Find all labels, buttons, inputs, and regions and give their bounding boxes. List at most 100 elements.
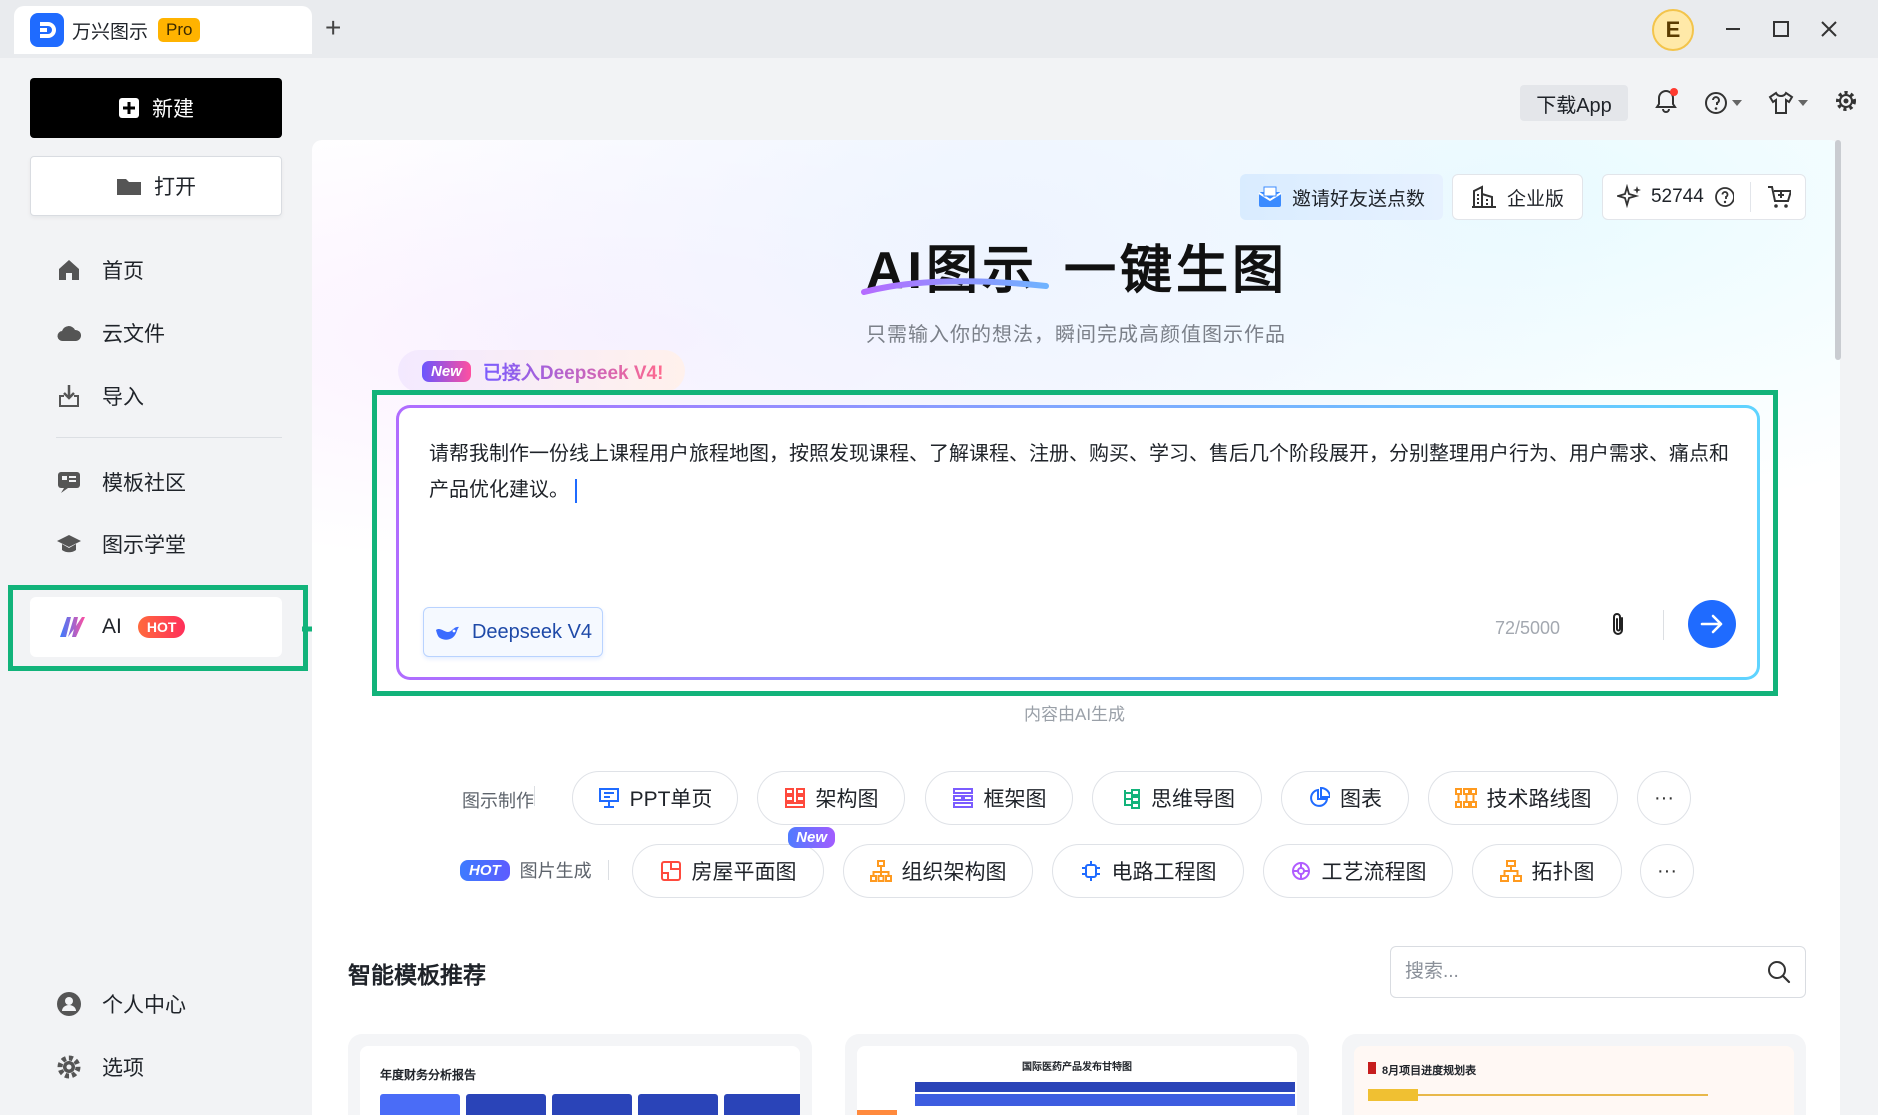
chip-architecture[interactable]: 架构图 — [757, 771, 905, 825]
skin-menu-button[interactable] — [1768, 91, 1808, 115]
new-tab-button[interactable]: + — [325, 14, 341, 42]
notification-button[interactable] — [1654, 87, 1678, 119]
points-help-icon[interactable] — [1714, 186, 1735, 208]
new-button[interactable]: 新建 — [30, 78, 282, 138]
input-divider — [1663, 610, 1664, 640]
sidebar-divider — [56, 437, 282, 438]
points-widget: 52744 — [1602, 174, 1806, 220]
chip-label: PPT单页 — [629, 788, 713, 811]
chip-topology[interactable]: 拓扑图 — [1472, 844, 1622, 898]
help-icon — [1705, 92, 1727, 114]
scrollbar[interactable] — [1835, 140, 1841, 360]
template-thumb-line — [1368, 1094, 1708, 1096]
chip-label: 架构图 — [815, 788, 879, 811]
close-button[interactable] — [1814, 14, 1844, 44]
char-counter: 72/5000 — [1495, 618, 1561, 638]
graduation-cap-icon — [57, 535, 81, 553]
image-row-label: 图片生成 — [519, 861, 592, 881]
chip-label: 技术路线图 — [1486, 788, 1592, 811]
chip-circuit[interactable]: 电路工程图 — [1052, 844, 1244, 898]
search-icon[interactable] — [1767, 960, 1791, 984]
text-caret — [575, 478, 577, 503]
template-card[interactable]: 8月项目进度规划表 — [1342, 1034, 1806, 1115]
chip-floor-plan[interactable]: 房屋平面图 New — [632, 827, 835, 898]
chip-label: 拓扑图 — [1531, 861, 1595, 884]
points-divider — [1750, 182, 1752, 212]
user-icon — [57, 992, 81, 1016]
chip-org-chart[interactable]: 组织架构图 — [843, 844, 1033, 898]
sidebar-item-template-community[interactable]: 模板社区 — [56, 462, 186, 502]
sidebar-item-label: 导入 — [102, 386, 144, 409]
new-badge: New — [422, 360, 471, 382]
chip-chart[interactable]: 图表 — [1281, 771, 1409, 825]
prompt-text[interactable]: 请帮我制作一份线上课程用户旅程地图，按照发现课程、了解课程、注册、购买、学习、售… — [429, 436, 1729, 508]
top-toolbar: 下载App — [1520, 83, 1858, 123]
template-thumb-bar — [1368, 1089, 1418, 1101]
chip-tech-roadmap[interactable]: 技术路线图 — [1428, 771, 1618, 825]
avatar[interactable]: E — [1652, 9, 1694, 51]
template-card[interactable]: 国际医药产品发布甘特图 — [845, 1034, 1309, 1115]
template-card-title: 国际医药产品发布甘特图 — [1022, 1062, 1132, 1073]
arrow-right-icon — [1700, 614, 1723, 634]
attachment-icon[interactable] — [1609, 611, 1629, 639]
process-flow-icon — [1291, 862, 1310, 880]
org-chart-icon — [869, 860, 892, 882]
brush-underline-decoration — [861, 278, 1049, 295]
prompt-input[interactable]: 请帮我制作一份线上课程用户旅程地图，按照发现课程、了解课程、注册、购买、学习、售… — [396, 405, 1760, 680]
row-divider — [608, 860, 609, 880]
cloud-icon — [57, 326, 82, 342]
chip-label: 房屋平面图 — [691, 861, 797, 884]
roadmap-icon — [1454, 788, 1477, 808]
enterprise-button[interactable]: 企业版 — [1452, 174, 1584, 220]
sidebar-item-label: 个人中心 — [102, 994, 186, 1017]
sidebar-item-options[interactable]: 选项 — [56, 1047, 144, 1087]
more-images-button[interactable]: ··· — [1640, 844, 1694, 898]
open-button[interactable]: 打开 — [30, 156, 282, 216]
template-thumb-block — [380, 1094, 460, 1115]
sidebar-item-personal-center[interactable]: 个人中心 — [56, 984, 186, 1024]
hero-title-rest: 一键生图 — [1064, 242, 1289, 300]
download-app-button[interactable]: 下载App — [1520, 85, 1628, 121]
sidebar-item-label: 模板社区 — [102, 472, 186, 495]
hero-subtitle: 只需输入你的想法，瞬间完成高颜值图示作品 — [866, 324, 1286, 346]
model-select-button[interactable]: Deepseek V4 — [423, 607, 603, 657]
template-thumbnail: 国际医药产品发布甘特图 — [857, 1046, 1297, 1115]
floor-plan-icon — [660, 861, 681, 881]
template-card-title: 8月项目进度规划表 — [1382, 1065, 1477, 1077]
search-input[interactable] — [1405, 961, 1745, 983]
chip-process-flow[interactable]: 工艺流程图 — [1263, 844, 1453, 898]
template-thumb-block — [466, 1094, 546, 1115]
sidebar-item-import[interactable]: 导入 — [56, 376, 144, 416]
template-card[interactable]: 年度财务分析报告 — [348, 1034, 812, 1115]
chip-framework[interactable]: 框架图 — [925, 771, 1073, 825]
invite-friends-button[interactable]: 邀请好友送点数 — [1240, 174, 1444, 220]
more-diagrams-button[interactable]: ··· — [1637, 771, 1691, 825]
sidebar-item-home[interactable]: 首页 — [56, 250, 144, 290]
send-button[interactable] — [1688, 600, 1736, 648]
envelope-icon — [1258, 186, 1282, 207]
row-divider — [534, 786, 535, 806]
app-tab[interactable]: 万兴图示 Pro — [14, 6, 312, 54]
cart-icon[interactable] — [1767, 185, 1791, 209]
sidebar-item-cloud[interactable]: 云文件 — [56, 313, 165, 353]
template-thumb-bar — [915, 1082, 1295, 1092]
sidebar-item-ai[interactable]: AI HOT — [30, 597, 282, 657]
minimize-button[interactable] — [1718, 14, 1748, 44]
presentation-icon — [598, 788, 619, 808]
chip-label: 电路工程图 — [1111, 861, 1217, 884]
settings-button[interactable] — [1834, 89, 1858, 118]
hot-badge: HOT — [137, 616, 186, 638]
template-thumb-bar — [915, 1094, 1295, 1106]
topology-icon — [1499, 860, 1522, 882]
model-label: Deepseek V4 — [471, 620, 593, 643]
chip-ppt[interactable]: PPT单页 — [572, 771, 738, 825]
template-search-box[interactable] — [1390, 946, 1806, 998]
maximize-button[interactable] — [1766, 14, 1796, 44]
help-menu-button[interactable] — [1704, 91, 1742, 115]
home-icon — [59, 260, 79, 280]
pie-chart-icon — [1310, 787, 1330, 807]
deepseek-announcement-text: 已接入Deepseek V4! — [483, 358, 664, 385]
sidebar-item-academy[interactable]: 图示学堂 — [56, 524, 186, 564]
minimize-icon — [1726, 28, 1740, 30]
chip-mindmap[interactable]: 思维导图 — [1092, 771, 1262, 825]
